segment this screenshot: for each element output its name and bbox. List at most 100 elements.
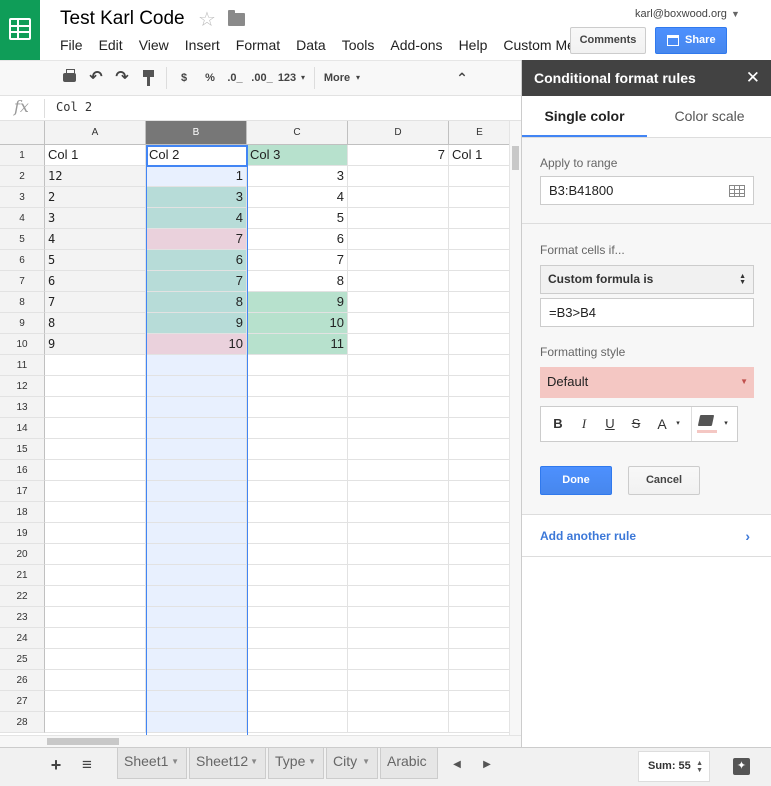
- redo-icon[interactable]: ↷: [112, 61, 132, 95]
- cell-d3[interactable]: [348, 187, 449, 208]
- row-header-7[interactable]: 7: [0, 271, 45, 292]
- menu-format[interactable]: Format: [228, 37, 288, 53]
- cell-e11[interactable]: [449, 355, 509, 376]
- more-button[interactable]: More: [322, 61, 352, 95]
- cell-c6[interactable]: 7: [247, 250, 348, 271]
- number-format-button[interactable]: 123: [276, 61, 298, 95]
- cell-d14[interactable]: [348, 418, 449, 439]
- cell-c3[interactable]: 4: [247, 187, 348, 208]
- cell-b16[interactable]: [146, 460, 247, 481]
- cell-b11[interactable]: [146, 355, 247, 376]
- cell-b10[interactable]: 10: [146, 334, 247, 355]
- row-header-14[interactable]: 14: [0, 418, 45, 439]
- vertical-scrollbar[interactable]: [509, 121, 521, 735]
- cell-a18[interactable]: [45, 502, 146, 523]
- row-header-11[interactable]: 11: [0, 355, 45, 376]
- cell-c26[interactable]: [247, 670, 348, 691]
- cell-d9[interactable]: [348, 313, 449, 334]
- cell-a20[interactable]: [45, 544, 146, 565]
- row-header-12[interactable]: 12: [0, 376, 45, 397]
- column-header-c[interactable]: C: [247, 121, 348, 145]
- fill-color-icon[interactable]: [697, 415, 715, 426]
- custom-formula-input[interactable]: =B3>B4: [540, 298, 754, 327]
- cell-b21[interactable]: [146, 565, 247, 586]
- row-header-20[interactable]: 20: [0, 544, 45, 565]
- cell-e1[interactable]: Col 1: [449, 145, 509, 166]
- cell-c13[interactable]: [247, 397, 348, 418]
- cell-a25[interactable]: [45, 649, 146, 670]
- cell-a4[interactable]: 3: [45, 208, 146, 229]
- cell-b12[interactable]: [146, 376, 247, 397]
- cell-d4[interactable]: [348, 208, 449, 229]
- row-header-2[interactable]: 2: [0, 166, 45, 187]
- cell-d18[interactable]: [348, 502, 449, 523]
- row-header-23[interactable]: 23: [0, 607, 45, 628]
- increase-decimal-button[interactable]: .00_: [250, 61, 274, 95]
- cell-e21[interactable]: [449, 565, 509, 586]
- percent-format-button[interactable]: %: [201, 61, 219, 95]
- vertical-scroll-thumb[interactable]: [512, 146, 519, 170]
- text-color-caret-icon[interactable]: ▾: [672, 407, 684, 441]
- cell-b9[interactable]: 9: [146, 313, 247, 334]
- row-header-22[interactable]: 22: [0, 586, 45, 607]
- row-header-18[interactable]: 18: [0, 502, 45, 523]
- cell-a27[interactable]: [45, 691, 146, 712]
- cell-c20[interactable]: [247, 544, 348, 565]
- cell-a16[interactable]: [45, 460, 146, 481]
- cell-d6[interactable]: [348, 250, 449, 271]
- print-icon[interactable]: [63, 69, 76, 82]
- cell-d15[interactable]: [348, 439, 449, 460]
- cell-d28[interactable]: [348, 712, 449, 733]
- cell-e5[interactable]: [449, 229, 509, 250]
- cell-d22[interactable]: [348, 586, 449, 607]
- column-header-e[interactable]: E: [449, 121, 509, 145]
- cell-a15[interactable]: [45, 439, 146, 460]
- row-header-15[interactable]: 15: [0, 439, 45, 460]
- cell-c1[interactable]: Col 3: [247, 145, 348, 166]
- cell-c12[interactable]: [247, 376, 348, 397]
- cell-c4[interactable]: 5: [247, 208, 348, 229]
- text-color-button[interactable]: A: [653, 407, 671, 441]
- row-header-17[interactable]: 17: [0, 481, 45, 502]
- all-sheets-list-icon[interactable]: ≡: [77, 748, 97, 782]
- sheet-tab-sheet12[interactable]: Sheet12 ▼: [189, 748, 266, 779]
- cell-e18[interactable]: [449, 502, 509, 523]
- cell-e26[interactable]: [449, 670, 509, 691]
- paint-format-icon[interactable]: [143, 70, 154, 86]
- cell-e4[interactable]: [449, 208, 509, 229]
- cell-a19[interactable]: [45, 523, 146, 544]
- cell-d5[interactable]: [348, 229, 449, 250]
- cell-b7[interactable]: 7: [146, 271, 247, 292]
- underline-button[interactable]: U: [601, 407, 619, 441]
- cell-c19[interactable]: [247, 523, 348, 544]
- menu-insert[interactable]: Insert: [177, 37, 228, 53]
- row-header-4[interactable]: 4: [0, 208, 45, 229]
- cell-d12[interactable]: [348, 376, 449, 397]
- sum-indicator[interactable]: Sum: 55 ▲ ▼: [638, 751, 710, 782]
- cell-c8[interactable]: 9: [247, 292, 348, 313]
- cell-c21[interactable]: [247, 565, 348, 586]
- cell-b28[interactable]: [146, 712, 247, 733]
- cell-d26[interactable]: [348, 670, 449, 691]
- cell-b14[interactable]: [146, 418, 247, 439]
- account-caret-icon[interactable]: ▼: [731, 9, 740, 19]
- cell-e9[interactable]: [449, 313, 509, 334]
- row-header-28[interactable]: 28: [0, 712, 45, 733]
- select-range-icon[interactable]: [729, 185, 745, 197]
- cell-d19[interactable]: [348, 523, 449, 544]
- cell-c16[interactable]: [247, 460, 348, 481]
- formatting-style-select[interactable]: Default ▼: [540, 367, 754, 398]
- cell-c17[interactable]: [247, 481, 348, 502]
- collapse-icon[interactable]: ⌃: [452, 61, 472, 95]
- cell-a12[interactable]: [45, 376, 146, 397]
- sheet-tab-type[interactable]: Type ▼: [268, 748, 324, 779]
- fill-color-caret-icon[interactable]: ▾: [720, 407, 732, 441]
- row-header-3[interactable]: 3: [0, 187, 45, 208]
- cell-e14[interactable]: [449, 418, 509, 439]
- cell-b25[interactable]: [146, 649, 247, 670]
- menu-edit[interactable]: Edit: [91, 37, 131, 53]
- scroll-tabs-right-icon[interactable]: ▶: [480, 748, 494, 782]
- done-button[interactable]: Done: [540, 466, 612, 495]
- cell-c2[interactable]: 3: [247, 166, 348, 187]
- cell-d21[interactable]: [348, 565, 449, 586]
